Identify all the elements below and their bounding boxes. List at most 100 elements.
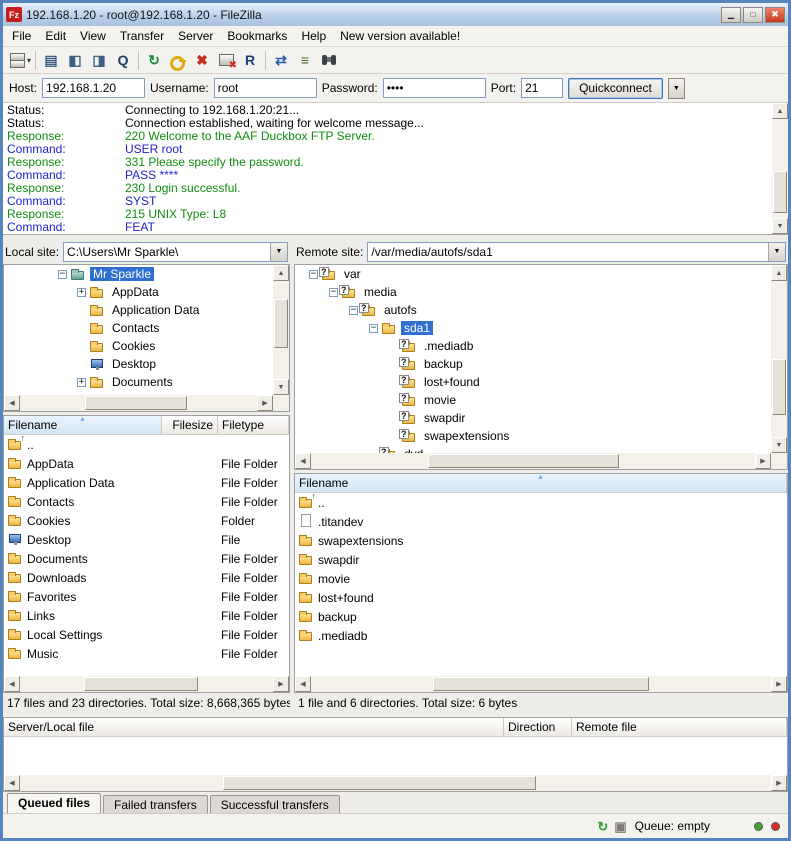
tree-item-autofs[interactable]: −?autofs bbox=[295, 301, 771, 319]
column-header-filetype[interactable]: Filetype bbox=[218, 416, 289, 435]
tree-item-swapextensions[interactable]: ?swapextensions bbox=[295, 427, 771, 445]
menu-item-file[interactable]: File bbox=[5, 27, 38, 45]
file-row-backup[interactable]: backup bbox=[295, 607, 787, 626]
queue-hscrollbar[interactable]: ◀ ▶ bbox=[4, 775, 787, 791]
toggle-log-button[interactable]: ▤ bbox=[39, 49, 63, 71]
file-row-parent-dir[interactable]: ↑.. bbox=[295, 493, 787, 512]
find-files-button[interactable] bbox=[317, 49, 341, 71]
tree-item-var[interactable]: −?var bbox=[295, 265, 771, 283]
tree-item-media[interactable]: −?media bbox=[295, 283, 771, 301]
tree-item-mediadb[interactable]: ?.mediadb bbox=[295, 337, 771, 355]
file-row-cookies[interactable]: CookiesFolder bbox=[4, 511, 289, 530]
tree-expand-toggle[interactable]: − bbox=[309, 270, 318, 279]
site-manager-button[interactable]: ▾ bbox=[7, 49, 32, 71]
tree-expand-toggle[interactable]: + bbox=[77, 288, 86, 297]
file-row-desktop[interactable]: DesktopFile bbox=[4, 530, 289, 549]
scroll-thumb[interactable] bbox=[428, 454, 618, 468]
file-row-lost-found[interactable]: lost+found bbox=[295, 588, 787, 607]
scroll-left-arrow[interactable]: ◀ bbox=[4, 395, 20, 411]
file-row-titandev[interactable]: .titandev bbox=[295, 512, 787, 531]
tree-item-swapdir[interactable]: ?swapdir bbox=[295, 409, 771, 427]
local-site-combo[interactable]: C:\Users\Mr Sparkle\ ▼ bbox=[63, 242, 288, 262]
remote-tree-hscrollbar[interactable]: ◀ ▶ bbox=[295, 453, 771, 469]
tree-item-backup[interactable]: ?backup bbox=[295, 355, 771, 373]
port-input[interactable] bbox=[521, 78, 563, 98]
tree-expand-toggle[interactable]: − bbox=[349, 306, 358, 315]
file-row-appdata[interactable]: AppDataFile Folder bbox=[4, 454, 289, 473]
scroll-thumb[interactable] bbox=[772, 359, 786, 415]
local-site-dropdown[interactable]: ▼ bbox=[270, 243, 287, 261]
local-tree-hscrollbar[interactable]: ◀ ▶ bbox=[4, 395, 273, 411]
scroll-right-arrow[interactable]: ▶ bbox=[257, 395, 273, 411]
tab-failed-transfers[interactable]: Failed transfers bbox=[103, 795, 208, 813]
quickconnect-dropdown-button[interactable]: ▼ bbox=[668, 78, 685, 99]
scroll-right-arrow[interactable]: ▶ bbox=[273, 676, 289, 692]
menu-item-view[interactable]: View bbox=[73, 27, 113, 45]
tree-expand-toggle[interactable]: − bbox=[369, 324, 378, 333]
tree-item-contacts[interactable]: Contacts bbox=[4, 319, 273, 337]
tree-item-mr-sparkle[interactable]: −Mr Sparkle bbox=[4, 265, 273, 283]
quickconnect-button[interactable]: Quickconnect bbox=[568, 78, 663, 99]
scroll-thumb[interactable] bbox=[274, 299, 288, 348]
tree-item-desktop[interactable]: Desktop bbox=[4, 355, 273, 373]
file-row-mediadb[interactable]: .mediadb bbox=[295, 626, 787, 645]
file-row-application-data[interactable]: Application DataFile Folder bbox=[4, 473, 289, 492]
local-tree-vscrollbar[interactable]: ▲ ▼ bbox=[273, 265, 289, 395]
file-row-downloads[interactable]: DownloadsFile Folder bbox=[4, 568, 289, 587]
menu-item-new-version-available[interactable]: New version available! bbox=[333, 27, 467, 45]
scroll-thumb[interactable] bbox=[773, 171, 787, 213]
toggle-remote-tree-button[interactable]: ◨ bbox=[87, 49, 111, 71]
tree-item-application-data[interactable]: Application Data bbox=[4, 301, 273, 319]
synchronized-browsing-button[interactable]: ⇄ bbox=[269, 49, 293, 71]
file-row-swapdir[interactable]: swapdir bbox=[295, 550, 787, 569]
reconnect-button[interactable]: R bbox=[238, 49, 262, 71]
tree-item-sda1[interactable]: −sda1 bbox=[295, 319, 771, 337]
tree-item-dvd[interactable]: ?dvd bbox=[295, 445, 771, 453]
scroll-left-arrow[interactable]: ◀ bbox=[295, 453, 311, 469]
scroll-right-arrow[interactable]: ▶ bbox=[771, 676, 787, 692]
remote-tree-vscrollbar[interactable]: ▲ ▼ bbox=[771, 265, 787, 453]
maximize-button[interactable]: □ bbox=[743, 7, 763, 23]
log-scrollbar[interactable]: ▲ ▼ bbox=[772, 103, 788, 234]
tree-item-documents[interactable]: +Documents bbox=[4, 373, 273, 391]
file-row-parent-dir[interactable]: ↑.. bbox=[4, 435, 289, 454]
title-bar[interactable]: Fz 192.168.1.20 - root@192.168.1.20 - Fi… bbox=[3, 3, 788, 26]
scroll-down-arrow[interactable]: ▼ bbox=[771, 437, 787, 453]
speed-limits-icon[interactable]: ↻ bbox=[597, 820, 608, 833]
scroll-down-arrow[interactable]: ▼ bbox=[273, 379, 289, 395]
scroll-up-arrow[interactable]: ▲ bbox=[771, 265, 787, 281]
column-header-filename[interactable]: Filename▴ bbox=[295, 474, 787, 493]
disconnect-button[interactable] bbox=[214, 49, 238, 71]
refresh-button[interactable]: ↻ bbox=[142, 49, 166, 71]
scroll-thumb[interactable] bbox=[84, 677, 198, 691]
remote-site-dropdown[interactable]: ▼ bbox=[768, 243, 785, 261]
password-input[interactable] bbox=[383, 78, 486, 98]
menu-item-help[interactable]: Help bbox=[294, 27, 333, 45]
tree-item-lost-found[interactable]: ?lost+found bbox=[295, 373, 771, 391]
scroll-up-arrow[interactable]: ▲ bbox=[772, 103, 788, 119]
remote-list-hscrollbar[interactable]: ◀ ▶ bbox=[295, 676, 787, 692]
tree-item-cookies[interactable]: Cookies bbox=[4, 337, 273, 355]
tab-successful-transfers[interactable]: Successful transfers bbox=[210, 795, 340, 813]
menu-item-edit[interactable]: Edit bbox=[38, 27, 73, 45]
file-row-swapextensions[interactable]: swapextensions bbox=[295, 531, 787, 550]
scroll-left-arrow[interactable]: ◀ bbox=[4, 676, 20, 692]
encryption-status-icon[interactable]: ▣ bbox=[614, 820, 626, 833]
file-row-local-settings[interactable]: Local SettingsFile Folder bbox=[4, 625, 289, 644]
file-row-favorites[interactable]: FavoritesFile Folder bbox=[4, 587, 289, 606]
column-header-direction[interactable]: Direction bbox=[504, 718, 572, 737]
tree-expand-toggle[interactable]: + bbox=[77, 378, 86, 387]
scroll-right-arrow[interactable]: ▶ bbox=[755, 453, 771, 469]
file-row-movie[interactable]: movie bbox=[295, 569, 787, 588]
scroll-thumb[interactable] bbox=[433, 677, 649, 691]
file-row-contacts[interactable]: ContactsFile Folder bbox=[4, 492, 289, 511]
local-list-hscrollbar[interactable]: ◀ ▶ bbox=[4, 676, 289, 692]
tree-item-movie[interactable]: ?movie bbox=[295, 391, 771, 409]
menu-item-bookmarks[interactable]: Bookmarks bbox=[220, 27, 294, 45]
file-row-music[interactable]: MusicFile Folder bbox=[4, 644, 289, 663]
scroll-up-arrow[interactable]: ▲ bbox=[273, 265, 289, 281]
scroll-right-arrow[interactable]: ▶ bbox=[771, 775, 787, 791]
tree-expand-toggle[interactable]: − bbox=[329, 288, 338, 297]
column-header-server-local-file[interactable]: Server/Local file bbox=[4, 718, 504, 737]
scroll-thumb[interactable] bbox=[85, 396, 187, 410]
